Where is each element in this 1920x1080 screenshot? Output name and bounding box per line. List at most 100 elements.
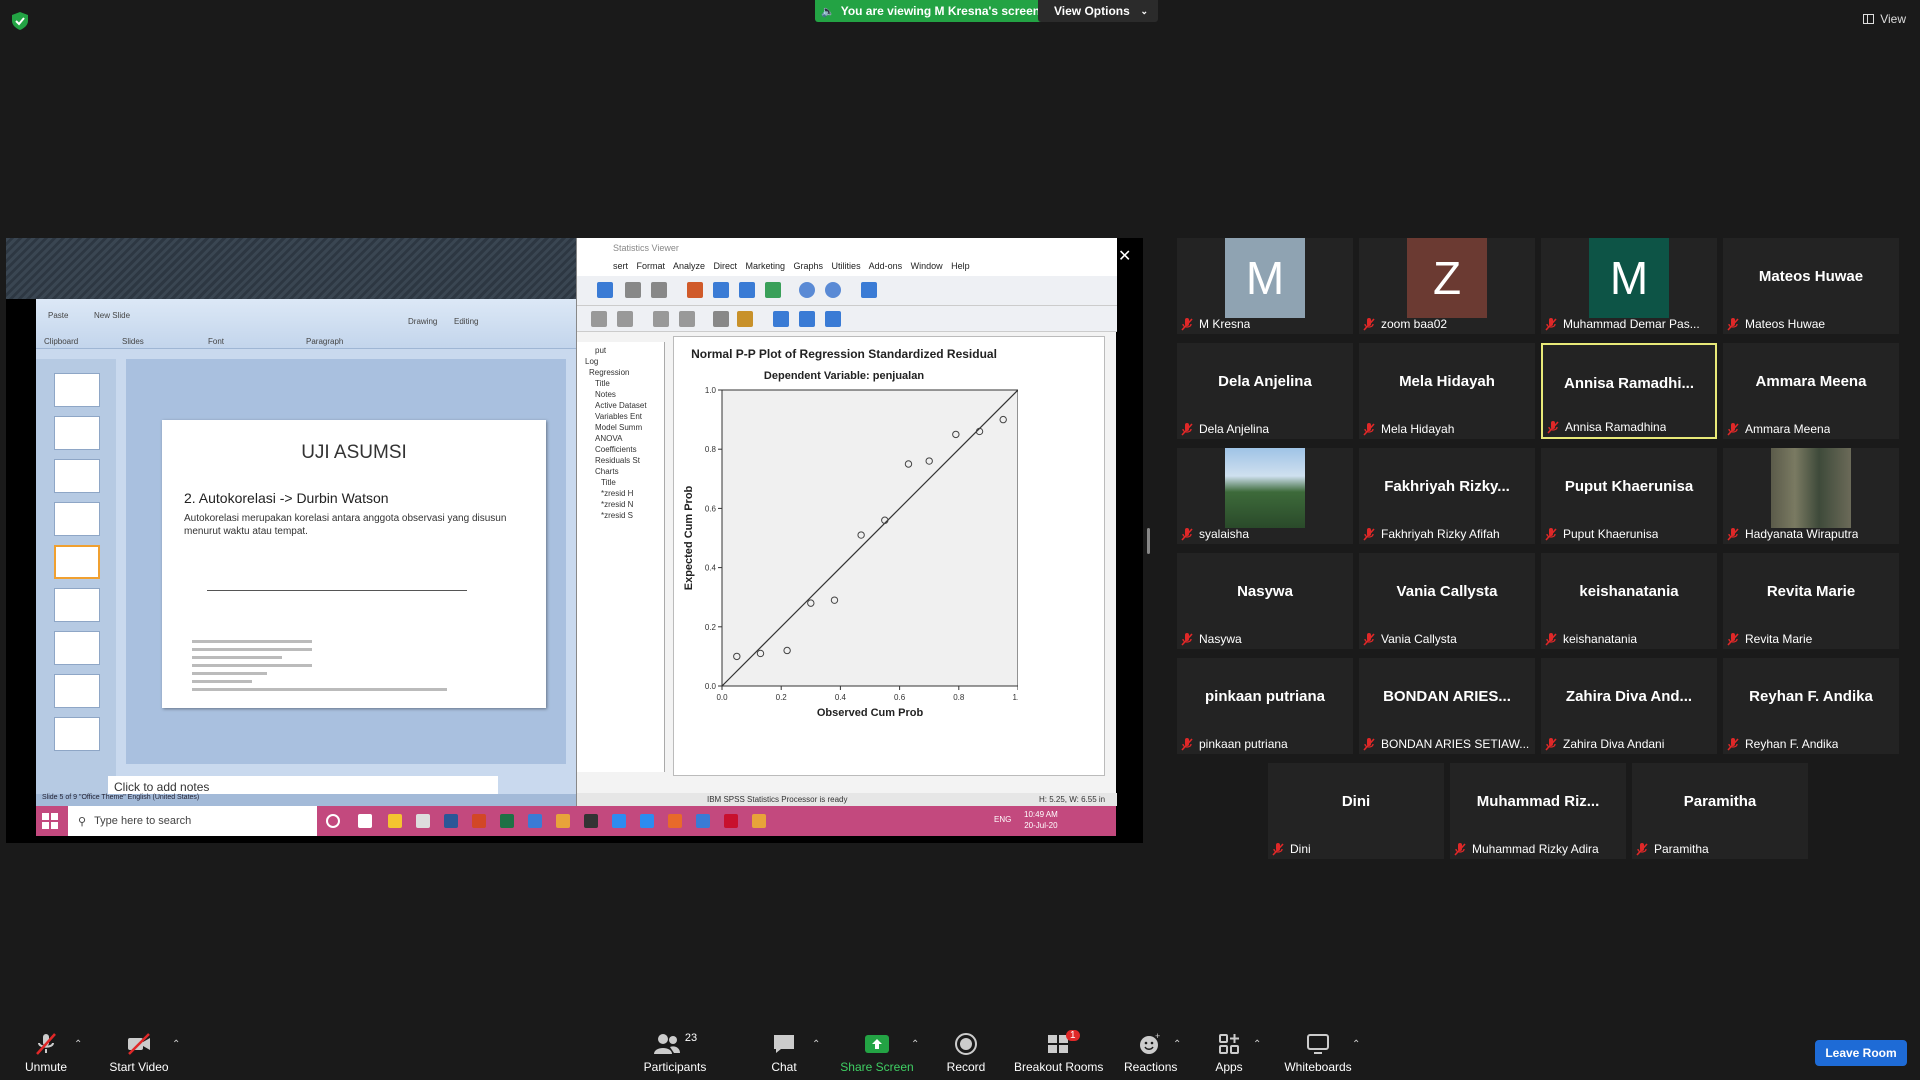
y-tick-label: 0.0 — [705, 682, 717, 691]
share-screen-icon — [865, 1035, 889, 1053]
participant-footer: Nasywa — [1181, 632, 1242, 646]
outline-item[interactable]: Active Dataset — [581, 400, 664, 411]
participant-name: Vania Callysta — [1381, 632, 1457, 646]
y-tick-label: 0.4 — [705, 564, 717, 573]
start-video-button[interactable]: Start Video — [104, 1032, 174, 1074]
mic-muted-icon — [1545, 737, 1557, 751]
view-button[interactable]: View — [1863, 12, 1906, 26]
chart-icon — [799, 282, 815, 298]
breakout-rooms-button[interactable]: 1 Breakout Rooms — [1014, 1030, 1103, 1074]
participant-tile[interactable]: Vania Callysta Vania Callysta — [1359, 553, 1535, 649]
spss-status-left: IBM SPSS Statistics Processor is ready — [707, 795, 848, 804]
participant-tile[interactable]: pinkaan putriana pinkaan putriana — [1177, 658, 1353, 754]
security-shield-icon[interactable] — [12, 12, 28, 30]
participant-tile[interactable]: syalaisha — [1177, 448, 1353, 544]
slide-thumbnail — [54, 459, 100, 493]
participant-footer: Puput Khaerunisa — [1545, 527, 1658, 541]
reactions-button[interactable]: + Reactions — [1124, 1032, 1178, 1074]
view-options-label: View Options — [1054, 4, 1130, 18]
outline-item[interactable]: Model Summ — [581, 422, 664, 433]
split-divider-handle[interactable] — [1147, 528, 1150, 554]
x-axis-label: Observed Cum Prob — [817, 707, 924, 719]
participant-tile[interactable]: Dini Dini — [1268, 763, 1444, 859]
participant-tile[interactable]: Zahira Diva And... Zahira Diva Andani — [1541, 658, 1717, 754]
participant-tile[interactable]: Fakhriyah Rizky... Fakhriyah Rizky Afifah — [1359, 448, 1535, 544]
participant-display-name: Vania Callysta — [1396, 582, 1498, 600]
participant-avatar: Z — [1407, 238, 1487, 318]
whiteboards-options-caret[interactable]: ⌃ — [1352, 1039, 1360, 1050]
outline-item[interactable]: Notes — [581, 389, 664, 400]
participant-tile[interactable]: Annisa Ramadhi... Annisa Ramadhina — [1541, 343, 1717, 439]
chat-button[interactable]: Chat — [768, 1032, 800, 1074]
share-options-caret[interactable]: ⌃ — [911, 1039, 919, 1050]
participant-tile[interactable]: Dela Anjelina Dela Anjelina — [1177, 343, 1353, 439]
participant-tile[interactable]: Muhammad Riz... Muhammad Rizky Adira — [1450, 763, 1626, 859]
participant-tile[interactable]: Mela Hidayah Mela Hidayah — [1359, 343, 1535, 439]
reactions-label: Reactions — [1124, 1060, 1178, 1074]
participant-footer: Paramitha — [1636, 842, 1709, 856]
unmute-button[interactable]: Unmute — [18, 1032, 74, 1074]
participant-tile[interactable]: Ammara Meena Ammara Meena — [1723, 343, 1899, 439]
reactions-options-caret[interactable]: ⌃ — [1173, 1039, 1181, 1050]
outline-item[interactable]: Regression — [581, 367, 664, 378]
record-button[interactable]: Record — [944, 1032, 988, 1074]
outline-item[interactable]: Residuals St — [581, 455, 664, 466]
y-tick-label: 0.6 — [705, 504, 717, 513]
shared-screen[interactable]: ✕ Paste New Slide Clipboard Slides Font … — [6, 238, 1143, 843]
leave-room-button[interactable]: Leave Room — [1815, 1040, 1907, 1066]
participant-tile[interactable]: Reyhan F. Andika Reyhan F. Andika — [1723, 658, 1899, 754]
outline-item[interactable]: Log — [581, 356, 664, 367]
y-tick-label: 1.0 — [705, 386, 717, 395]
participant-tile[interactable]: Hadyanata Wiraputra — [1723, 448, 1899, 544]
outline-item[interactable]: Coefficients — [581, 444, 664, 455]
outline-item[interactable]: Title — [581, 378, 664, 389]
outline-item[interactable]: Charts — [581, 466, 664, 477]
participant-tile[interactable]: Zzoom baa02 — [1359, 238, 1535, 334]
participant-name: Muhammad Rizky Adira — [1472, 842, 1599, 856]
audio-options-caret[interactable]: ⌃ — [74, 1039, 82, 1050]
grid-view-icon — [1863, 14, 1875, 24]
participant-footer: syalaisha — [1181, 527, 1249, 541]
close-icon[interactable]: ✕ — [1118, 246, 1131, 266]
output-outline[interactable]: put Log Regression Title Notes Active Dataset… — [577, 342, 665, 772]
view-options-dropdown[interactable]: View Options ⌄ — [1038, 0, 1158, 22]
apps-button[interactable]: Apps — [1212, 1032, 1246, 1074]
participant-tile[interactable]: M Muhammad Demar Pas... — [1541, 238, 1717, 334]
mic-muted-icon — [1363, 422, 1375, 436]
mic-muted-icon — [1547, 420, 1559, 434]
outline-item[interactable]: Variables Ent — [581, 411, 664, 422]
outline-item[interactable]: put — [581, 345, 664, 356]
outline-item[interactable]: ANOVA — [581, 433, 664, 444]
participant-footer: keishanatania — [1545, 632, 1637, 646]
mic-muted-icon — [1181, 527, 1193, 541]
variables-icon — [739, 282, 755, 298]
output-pane: Normal P-P Plot of Regression Standardiz… — [673, 336, 1105, 776]
outline-item[interactable]: *zresid N — [581, 499, 664, 510]
apps-options-caret[interactable]: ⌃ — [1253, 1039, 1261, 1050]
share-screen-button[interactable]: Share Screen — [840, 1032, 914, 1074]
participant-tile[interactable]: keishanatania keishanatania — [1541, 553, 1717, 649]
participant-tile[interactable]: BONDAN ARIES... BONDAN ARIES SETIAW... — [1359, 658, 1535, 754]
task-view-icon — [358, 814, 372, 828]
participant-tile[interactable]: Paramitha Paramitha — [1632, 763, 1808, 859]
participants-button[interactable]: 23 Participants — [640, 1032, 710, 1074]
participant-display-name: Fakhriyah Rizky... — [1384, 477, 1510, 495]
participant-tile[interactable]: Revita Marie Revita Marie — [1723, 553, 1899, 649]
participant-footer: pinkaan putriana — [1181, 737, 1288, 751]
slide-thumbnail — [54, 674, 100, 708]
ppt-status-bar: Slide 5 of 9 "Office Theme" English (Uni… — [36, 794, 576, 806]
participant-tile[interactable]: Puput Khaerunisa Puput Khaerunisa — [1541, 448, 1717, 544]
outline-item[interactable]: *zresid S — [581, 510, 664, 521]
participant-tile[interactable]: Mateos Huwae Mateos Huwae — [1723, 238, 1899, 334]
whiteboards-button[interactable]: Whiteboards — [1282, 1032, 1354, 1074]
app-icon — [584, 814, 598, 828]
mic-muted-icon — [1181, 737, 1193, 751]
outline-item[interactable]: *zresid H — [581, 488, 664, 499]
chat-options-caret[interactable]: ⌃ — [812, 1039, 820, 1050]
slide-body-text: Autokorelasi merupakan korelasi antara a… — [184, 513, 507, 537]
participant-tile[interactable]: MM Kresna — [1177, 238, 1353, 334]
video-options-caret[interactable]: ⌃ — [172, 1039, 180, 1050]
participant-tile[interactable]: Nasywa Nasywa — [1177, 553, 1353, 649]
outline-item[interactable]: Title — [581, 477, 664, 488]
participant-name: Muhammad Demar Pas... — [1563, 317, 1700, 331]
